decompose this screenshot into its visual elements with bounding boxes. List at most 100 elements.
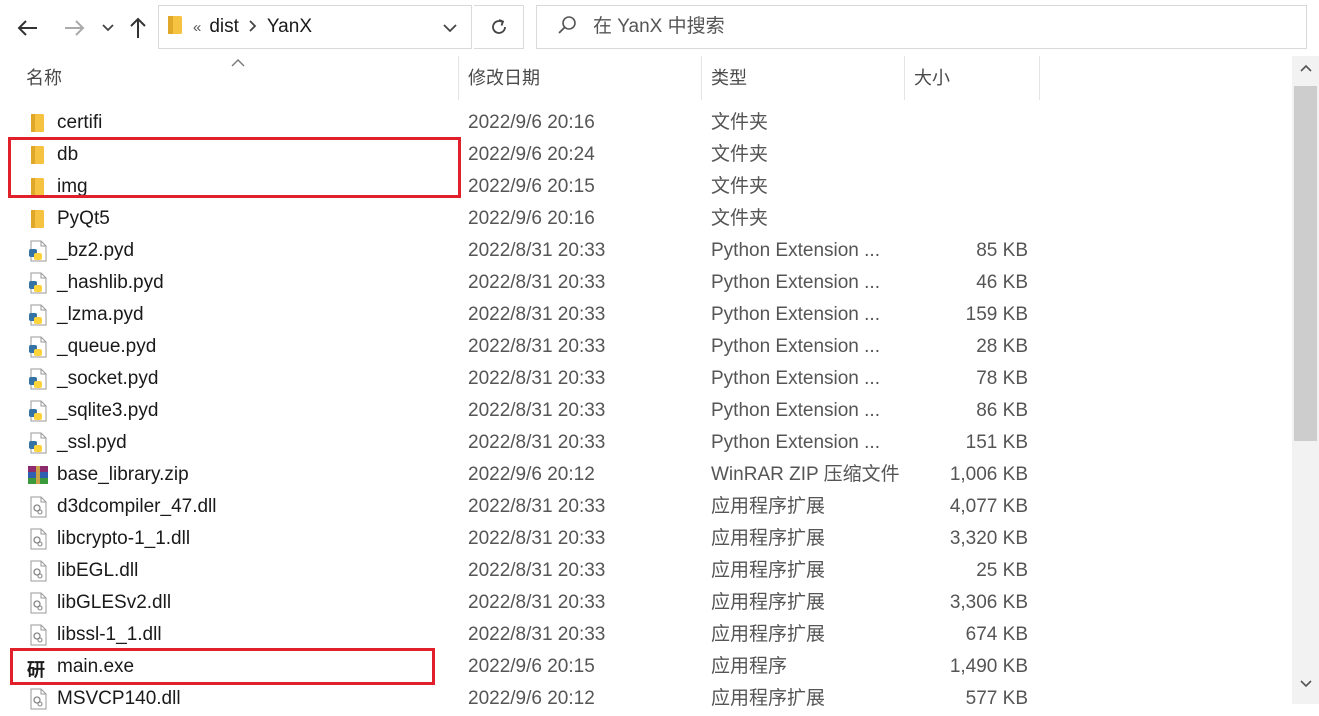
refresh-icon <box>491 19 506 34</box>
file-date-modified: 2022/8/31 20:33 <box>468 560 606 581</box>
file-name: libEGL.dll <box>57 560 139 581</box>
python-file-icon <box>27 368 49 390</box>
file-size: 577 KB <box>965 688 1028 709</box>
file-row[interactable]: libEGL.dll 2022/8/31 20:33 应用程序扩展 25 KB <box>0 555 1292 587</box>
file-row[interactable]: libssl-1_1.dll 2022/8/31 20:33 应用程序扩展 674 K… <box>0 619 1292 651</box>
file-date-modified: 2022/8/31 20:33 <box>468 336 606 357</box>
vertical-scrollbar[interactable] <box>1292 56 1319 704</box>
file-type: 应用程序 <box>711 656 788 677</box>
python-file-icon <box>27 432 49 454</box>
dll-file-icon <box>27 592 49 614</box>
dll-file-icon <box>27 624 49 646</box>
file-type: Python Extension ... <box>711 304 880 325</box>
file-size: 25 KB <box>976 560 1028 581</box>
file-size: 674 KB <box>965 624 1028 645</box>
file-name: libcrypto-1_1.dll <box>57 528 191 549</box>
file-row[interactable]: certifi 2022/9/6 20:16 文件夹 <box>0 107 1292 139</box>
file-row[interactable]: _sqlite3.pyd 2022/8/31 20:33 Python Extens… <box>0 395 1292 427</box>
breadcrumb-overflow[interactable]: « <box>193 19 201 36</box>
file-name: libssl-1_1.dll <box>57 624 162 645</box>
folder-icon <box>167 15 183 40</box>
column-type[interactable]: 类型 <box>703 56 905 100</box>
folder-icon <box>27 208 49 230</box>
file-name: _socket.pyd <box>57 368 159 389</box>
file-type: Python Extension ... <box>711 400 880 421</box>
file-row[interactable]: libcrypto-1_1.dll 2022/8/31 20:33 应用程序扩展 3,… <box>0 523 1292 555</box>
file-size: 46 KB <box>976 272 1028 293</box>
file-row[interactable]: _bz2.pyd 2022/8/31 20:33 Python Extension … <box>0 235 1292 267</box>
file-type: Python Extension ... <box>711 368 880 389</box>
file-row[interactable]: PyQt5 2022/9/6 20:16 文件夹 <box>0 203 1292 235</box>
file-size: 1,490 KB <box>949 656 1028 677</box>
file-row[interactable]: libGLESv2.dll 2022/8/31 20:33 应用程序扩展 3,306 … <box>0 587 1292 619</box>
file-row[interactable]: _queue.pyd 2022/8/31 20:33 Python Extensio… <box>0 331 1292 363</box>
file-size: 28 KB <box>976 336 1028 357</box>
file-row[interactable]: _socket.pyd 2022/8/31 20:33 Python Extensi… <box>0 363 1292 395</box>
file-name: certifi <box>57 112 103 133</box>
file-size: 86 KB <box>976 400 1028 421</box>
breadcrumb-dist[interactable]: dist <box>209 16 239 38</box>
file-date-modified: 2022/8/31 20:33 <box>468 432 606 453</box>
column-name[interactable]: 名称 <box>18 56 459 100</box>
address-dropdown-icon[interactable] <box>443 20 457 38</box>
column-date-modified[interactable]: 修改日期 <box>460 56 702 100</box>
file-type: 应用程序扩展 <box>711 560 826 581</box>
address-bar[interactable]: « dist YanX <box>158 5 472 49</box>
dll-file-icon <box>27 528 49 550</box>
scrollbar-thumb[interactable] <box>1294 86 1317 441</box>
file-type: 应用程序扩展 <box>711 688 826 709</box>
file-size: 159 KB <box>965 304 1028 325</box>
python-file-icon <box>27 336 49 358</box>
file-date-modified: 2022/8/31 20:33 <box>468 592 606 613</box>
file-date-modified: 2022/8/31 20:33 <box>468 272 606 293</box>
file-name: libGLESv2.dll <box>57 592 172 613</box>
file-size: 85 KB <box>976 240 1028 261</box>
file-type: Python Extension ... <box>711 240 880 261</box>
folder-icon <box>27 112 49 134</box>
file-row[interactable]: base_library.zip 2022/9/6 20:12 WinRAR ZIP… <box>0 459 1292 491</box>
navigation-toolbar: « dist YanX <box>0 0 1319 56</box>
dll-file-icon <box>27 688 49 710</box>
file-type: Python Extension ... <box>711 336 880 357</box>
file-date-modified: 2022/8/31 20:33 <box>468 368 606 389</box>
file-type: 应用程序扩展 <box>711 496 826 517</box>
file-date-modified: 2022/9/6 20:12 <box>468 688 595 709</box>
search-input[interactable] <box>591 15 1195 39</box>
file-row[interactable]: _hashlib.pyd 2022/8/31 20:33 Python Extens… <box>0 267 1292 299</box>
file-row[interactable]: _ssl.pyd 2022/8/31 20:33 Python Extension … <box>0 427 1292 459</box>
forward-arrow-icon[interactable] <box>60 14 88 42</box>
file-row[interactable]: MSVCP140.dll 2022/9/6 20:12 应用程序扩展 577 KB <box>0 683 1292 715</box>
file-type: Python Extension ... <box>711 432 880 453</box>
chevron-down-icon[interactable] <box>96 14 120 42</box>
file-name: MSVCP140.dll <box>57 688 181 709</box>
file-date-modified: 2022/9/6 20:24 <box>468 144 595 165</box>
file-name: _ssl.pyd <box>57 432 127 453</box>
python-file-icon <box>27 400 49 422</box>
search-box[interactable] <box>536 5 1307 49</box>
column-size[interactable]: 大小 <box>906 56 1040 100</box>
file-date-modified: 2022/8/31 20:33 <box>468 400 606 421</box>
dll-file-icon <box>27 560 49 582</box>
file-size: 3,306 KB <box>949 592 1028 613</box>
highlight-box-db-img <box>8 137 461 198</box>
breadcrumb-yanx[interactable]: YanX <box>267 16 312 38</box>
file-list: certifi 2022/9/6 20:16 文件夹 db 2022/9/6 20:24… <box>0 107 1292 715</box>
up-arrow-icon[interactable] <box>124 14 152 42</box>
back-arrow-icon[interactable] <box>14 14 42 42</box>
dll-file-icon <box>27 496 49 518</box>
winrar-archive-icon <box>27 464 49 486</box>
scroll-down-icon[interactable] <box>1292 680 1319 700</box>
file-type: 应用程序扩展 <box>711 624 826 645</box>
file-type: 应用程序扩展 <box>711 592 826 613</box>
breadcrumb-separator-icon[interactable] <box>249 19 257 36</box>
file-row[interactable]: d3dcompiler_47.dll 2022/8/31 20:33 应用程序扩展 4… <box>0 491 1292 523</box>
file-size: 4,077 KB <box>949 496 1028 517</box>
file-date-modified: 2022/8/31 20:33 <box>468 624 606 645</box>
file-type: 文件夹 <box>711 112 769 133</box>
refresh-button[interactable] <box>474 5 524 49</box>
file-name: base_library.zip <box>57 464 189 485</box>
file-name: _hashlib.pyd <box>57 272 164 293</box>
file-row[interactable]: _lzma.pyd 2022/8/31 20:33 Python Extension… <box>0 299 1292 331</box>
scroll-up-icon[interactable] <box>1292 64 1319 84</box>
highlight-box-main-exe <box>10 648 435 685</box>
